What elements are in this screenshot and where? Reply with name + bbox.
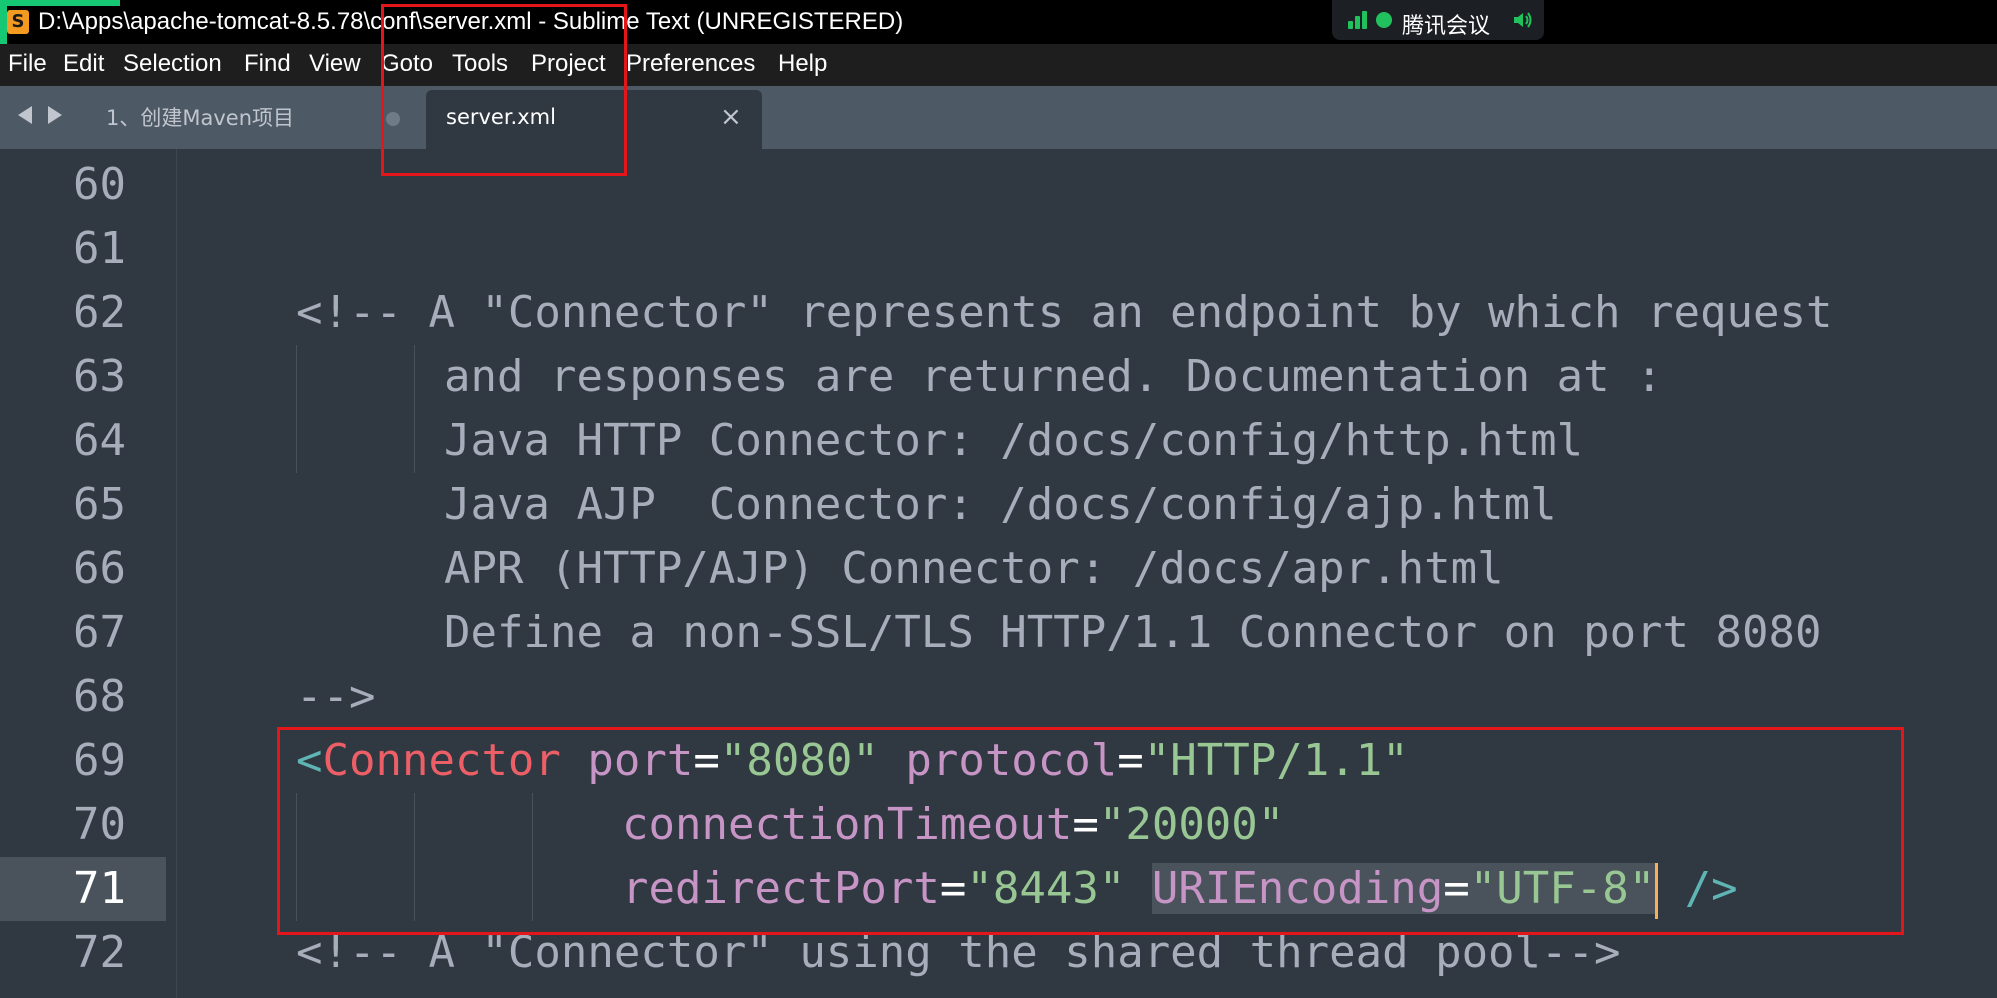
code-text: redirectPort="8443" URIEncoding="UTF-8" … [622, 857, 1738, 921]
menu-goto[interactable]: Goto [381, 50, 433, 78]
attr-equals: = [693, 735, 720, 786]
line-number: 60 [73, 159, 126, 210]
meeting-app-label: 腾讯会议 [1402, 14, 1491, 39]
tag-open-bracket: < [296, 735, 323, 786]
tab-bar: 1、创建Maven项目 server.xml × [0, 86, 1997, 149]
tab-close-icon[interactable]: × [720, 102, 742, 132]
code-text: connectionTimeout="20000" [622, 793, 1284, 857]
code-comment: <!-- A "Connector" using the shared thre… [296, 927, 1621, 978]
attr-value: "20000" [1098, 799, 1285, 850]
code-line: 65 Java AJP Connector: /docs/config/ajp.… [0, 473, 1997, 537]
code-line: 72 <!-- A "Connector" using the shared t… [0, 921, 1997, 985]
tab-create-maven-project[interactable]: 1、创建Maven项目 [106, 102, 294, 132]
code-comment: and responses are returned. Documentatio… [444, 351, 1663, 402]
code-line: 70 connectionTimeout="20000" [0, 793, 1997, 857]
code-line: 60 [0, 153, 1997, 217]
tab-unsaved-dot-icon[interactable] [386, 112, 400, 126]
line-number: 69 [73, 735, 126, 786]
attr-name: connectionTimeout [622, 799, 1073, 850]
tab-server-xml-label: server.xml [446, 105, 556, 129]
recording-indicator-icon [1376, 12, 1392, 28]
line-number: 67 [73, 607, 126, 658]
attr-equals: = [1072, 799, 1099, 850]
tab-server-xml[interactable]: server.xml × [426, 90, 762, 149]
line-number: 66 [73, 543, 126, 594]
line-number: 70 [73, 799, 126, 850]
signal-strength-icon [1348, 11, 1370, 29]
line-number: 72 [73, 927, 126, 978]
code-line: 63 and responses are returned. Documenta… [0, 345, 1997, 409]
attr-name: redirectPort [622, 863, 940, 914]
attr-equals: = [939, 863, 967, 914]
code-line: 66 APR (HTTP/AJP) Connector: /docs/apr.h… [0, 537, 1997, 601]
speaker-icon[interactable] [1512, 10, 1534, 30]
line-number: 61 [73, 223, 126, 274]
code-line: 67 Define a non-SSL/TLS HTTP/1.1 Connect… [0, 601, 1997, 665]
title-bar: S D:\Apps\apache-tomcat-8.5.78\conf\serv… [0, 0, 1997, 44]
tag-self-close: /> [1684, 863, 1738, 914]
menu-help[interactable]: Help [778, 50, 827, 78]
menu-bar: File Edit Selection Find View Goto Tools… [0, 44, 1997, 86]
selected-attr-name: URIEncoding [1151, 863, 1444, 914]
tab-scroll-left-icon[interactable] [18, 106, 32, 124]
attr-equals: = [1117, 735, 1144, 786]
code-comment: Define a non-SSL/TLS HTTP/1.1 Connector … [444, 607, 1822, 658]
code-line: 69 <Connector port="8080" protocol="HTTP… [0, 729, 1997, 793]
sublime-app-icon: S [7, 10, 29, 34]
menu-file[interactable]: File [8, 50, 47, 78]
code-text: <Connector port="8080" protocol="HTTP/1.… [296, 729, 1409, 793]
menu-edit[interactable]: Edit [63, 50, 104, 78]
code-comment: APR (HTTP/AJP) Connector: /docs/apr.html [444, 543, 1504, 594]
code-line: 61 [0, 217, 1997, 281]
menu-tools[interactable]: Tools [452, 50, 508, 78]
code-editor[interactable]: 60 61 62 <!-- A "Connector" represents a… [0, 149, 1997, 998]
attr-value: "8080" [719, 735, 879, 786]
code-line-active: 71 redirectPort="8443" URIEncoding="UTF-… [0, 857, 1997, 921]
menu-selection[interactable]: Selection [123, 50, 222, 78]
code-line: 68 --> [0, 665, 1997, 729]
attr-equals: = [1443, 863, 1470, 914]
attr-value: "8443" [966, 863, 1126, 914]
code-comment: Java AJP Connector: /docs/config/ajp.htm… [444, 479, 1557, 530]
code-line: 64 Java HTTP Connector: /docs/config/htt… [0, 409, 1997, 473]
line-number: 68 [73, 671, 126, 722]
menu-preferences[interactable]: Preferences [626, 50, 755, 78]
attr-name: protocol [905, 735, 1118, 786]
menu-view[interactable]: View [309, 50, 361, 78]
attr-value: "HTTP/1.1" [1143, 735, 1409, 786]
code-line: 62 <!-- A "Connector" represents an endp… [0, 281, 1997, 345]
line-number: 62 [73, 287, 126, 338]
line-number: 63 [73, 351, 126, 402]
screen-share-border-top [0, 0, 120, 6]
line-number: 64 [73, 415, 126, 466]
window-title: D:\Apps\apache-tomcat-8.5.78\conf\server… [38, 8, 904, 35]
code-comment: <!-- A "Connector" represents an endpoin… [296, 287, 1833, 338]
tab-scroll-right-icon[interactable] [48, 106, 62, 124]
line-number: 65 [73, 479, 126, 530]
tag-name: Connector [322, 735, 561, 786]
text-cursor [1655, 863, 1659, 919]
menu-find[interactable]: Find [244, 50, 291, 78]
line-number-active: 71 [73, 863, 126, 914]
meeting-overlay[interactable]: 腾讯会议 [1332, 0, 1544, 40]
attr-name: port [587, 735, 694, 786]
code-comment: --> [296, 671, 376, 722]
selected-attr-value: "UTF-8" [1469, 863, 1656, 914]
menu-project[interactable]: Project [531, 50, 606, 78]
code-comment: Java HTTP Connector: /docs/config/http.h… [444, 415, 1584, 466]
